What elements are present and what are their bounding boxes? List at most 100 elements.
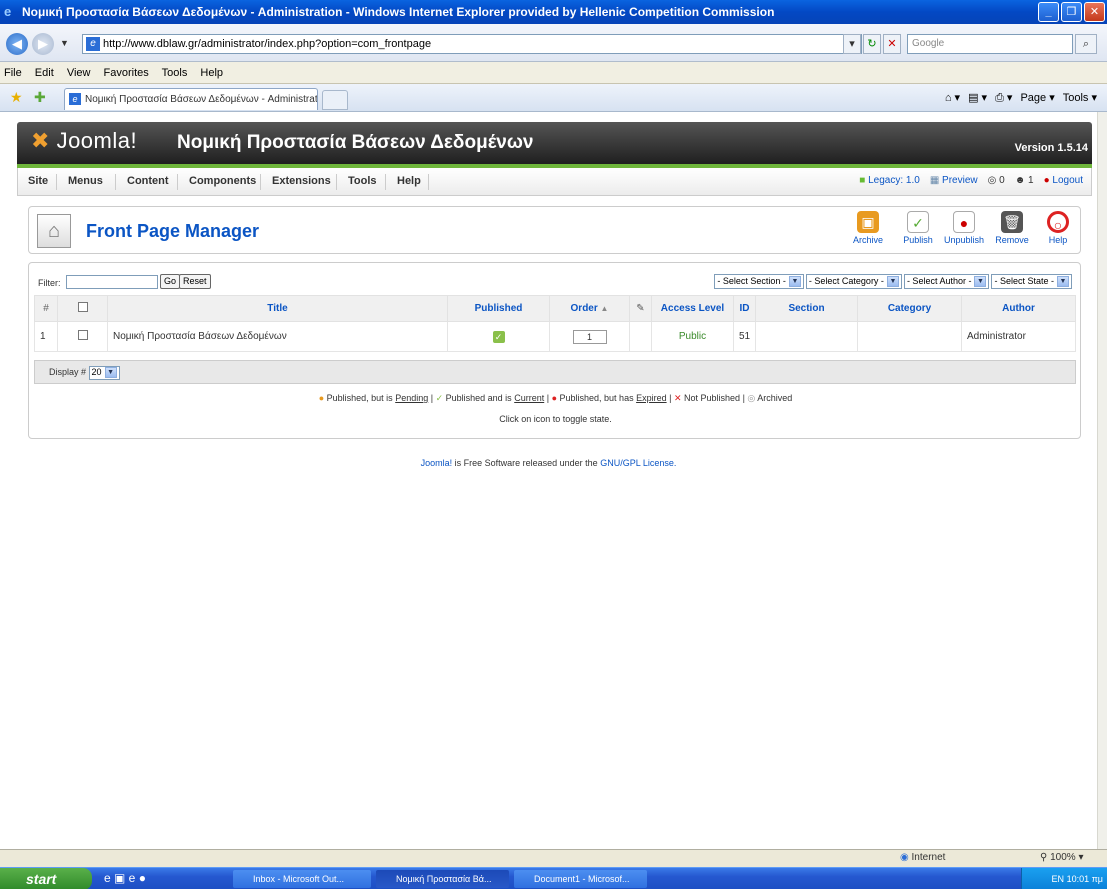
command-bar: ⌂ ▾ ▤ ▾ ⎙ ▾ Page ▾ Tools ▾ [945, 90, 1097, 106]
chevron-down-icon: ▼ [886, 276, 899, 287]
trash-icon: 🗑 [1001, 211, 1023, 233]
menu-tools-joomla[interactable]: Tools [348, 175, 377, 187]
go-button[interactable]: Go [160, 274, 181, 289]
select-state[interactable]: - Select State - ▼ [991, 274, 1072, 289]
favorites-star-icon[interactable]: ★ [10, 89, 23, 106]
menu-site[interactable]: Site [28, 175, 48, 187]
row-author-link[interactable]: Administrator [961, 321, 1076, 352]
forward-button[interactable]: ▶ [32, 33, 54, 55]
logout-link[interactable]: ● Logout [1044, 175, 1083, 186]
gpl-link[interactable]: GNU/GPL License. [600, 458, 676, 468]
task-ie[interactable]: Νομική Προστασία Βά... [376, 870, 509, 888]
close-icon[interactable]: ✕ [1084, 2, 1105, 22]
add-favorites-icon[interactable]: ✚ [34, 89, 46, 106]
tab-bar: ★ ✚ e Νομική Προστασία Βάσεων Δεδομένων … [0, 84, 1107, 112]
state-legend: ● Published, but is Pending | ✓ Publishe… [318, 393, 793, 403]
menu-extensions[interactable]: Extensions [272, 175, 331, 187]
page-toolbar: ⌂ Front Page Manager ▣ Archive ✓ Publish ●… [28, 206, 1081, 254]
menu-content[interactable]: Content [127, 175, 169, 187]
feeds-icon[interactable]: ▤ ▾ [968, 90, 987, 106]
col-section[interactable]: Section [755, 295, 858, 322]
menu-help[interactable]: Help [200, 67, 223, 79]
task-word[interactable]: Document1 - Microsof... [514, 870, 647, 888]
row-title-link[interactable]: Νομική Προστασία Βάσεων Δεδομένων [107, 321, 448, 352]
col-published[interactable]: Published [447, 295, 550, 322]
row-order[interactable]: 1 [549, 321, 630, 352]
col-author[interactable]: Author [961, 295, 1076, 322]
articles-table: # Title Published Order ▲ ✎ Access Level… [34, 295, 1076, 352]
col-category[interactable]: Category [857, 295, 962, 322]
not-published-icon: ✕ [673, 393, 682, 403]
print-icon[interactable]: ⎙ ▾ [995, 90, 1012, 106]
joomla-link[interactable]: Joomla! [421, 458, 453, 468]
zoom-level[interactable]: ⚲ 100% ▾ [1040, 850, 1084, 866]
col-order[interactable]: Order ▲ [549, 295, 630, 322]
url-field[interactable]: e http://www.dblaw.gr/administrator/inde… [82, 34, 862, 54]
menu-tools[interactable]: Tools [162, 67, 188, 79]
address-dropdown-icon[interactable]: ▾ [843, 34, 861, 54]
messages-count[interactable]: ◎ 0 [988, 175, 1005, 186]
publish-button[interactable]: ✓ Publish [895, 211, 941, 245]
page-icon: e [86, 37, 100, 51]
select-all-checkbox [77, 302, 88, 312]
new-tab-button[interactable] [322, 90, 348, 110]
sort-asc-icon: ▲ [600, 304, 609, 313]
menu-favorites[interactable]: Favorites [104, 67, 149, 79]
row-published-toggle[interactable]: ✓ [447, 321, 550, 352]
start-button[interactable]: start [0, 868, 92, 889]
page-viewport: ✖ Joomla! Νομική Προστασία Βάσεων Δεδομέ… [0, 112, 1097, 849]
display-count-select[interactable]: 20 ▼ [88, 365, 120, 380]
col-checkbox[interactable] [57, 295, 108, 322]
filter-selects: - Select Section - ▼ - Select Category - ▼… [714, 274, 1072, 289]
filter-label: Filter: [38, 278, 61, 288]
col-id[interactable]: ID [733, 295, 756, 322]
chevron-down-icon: ▼ [974, 276, 987, 287]
vertical-scrollbar[interactable] [1097, 112, 1107, 849]
menu-file[interactable]: File [4, 67, 22, 79]
stop-icon[interactable]: ✕ [883, 34, 901, 54]
history-dropdown-icon[interactable]: ▼ [60, 38, 69, 48]
col-access[interactable]: Access Level [651, 295, 734, 322]
remove-button[interactable]: 🗑 Remove [989, 211, 1035, 245]
menu-edit[interactable]: Edit [35, 67, 54, 79]
users-count: ☻ 1 [1014, 175, 1034, 186]
home-icon[interactable]: ⌂ ▾ [945, 90, 960, 106]
language-indicator[interactable]: EN [1052, 874, 1065, 884]
page-menu-button[interactable]: Page ▾ [1020, 90, 1054, 106]
back-button[interactable]: ◀ [6, 33, 28, 55]
toggle-hint: Click on icon to toggle state. [499, 414, 612, 424]
maximize-icon[interactable]: ❐ [1061, 2, 1082, 22]
row-id: 51 [733, 321, 756, 352]
select-author[interactable]: - Select Author - ▼ [903, 274, 990, 289]
row-access[interactable]: Public [651, 321, 734, 352]
help-button[interactable]: ○ Help [1035, 211, 1081, 245]
version-label: Version 1.5.14 [1014, 142, 1088, 154]
menu-menus[interactable]: Menus [68, 175, 103, 187]
page-title: Front Page Manager [86, 221, 260, 241]
refresh-icon[interactable]: ↻ [863, 34, 881, 54]
search-input[interactable]: Google [907, 34, 1073, 54]
tools-menu-button[interactable]: Tools ▾ [1063, 90, 1097, 106]
select-category[interactable]: - Select Category - ▼ [805, 274, 902, 289]
select-section[interactable]: - Select Section - ▼ [714, 274, 804, 289]
unpublish-button[interactable]: ● Unpublish [941, 211, 987, 245]
col-save-order[interactable]: ✎ [629, 295, 652, 322]
filter-input[interactable] [66, 275, 158, 289]
menu-help-joomla[interactable]: Help [397, 175, 421, 187]
archive-button[interactable]: ▣ Archive [845, 211, 891, 245]
admin-menu: Site Menus Content Components Extensions… [17, 168, 1092, 196]
row-checkbox[interactable] [57, 321, 108, 352]
menu-components[interactable]: Components [189, 175, 256, 187]
search-icon[interactable]: ⌕ [1075, 34, 1097, 54]
browser-tab[interactable]: e Νομική Προστασία Βάσεων Δεδομένων - Ad… [64, 88, 318, 110]
col-title[interactable]: Title [107, 295, 448, 322]
preview-link[interactable]: ▦ Preview [930, 175, 978, 186]
task-outlook[interactable]: Inbox - Microsoft Out... [233, 870, 371, 888]
reset-button[interactable]: Reset [179, 274, 211, 289]
frontpage-home-icon: ⌂ [37, 214, 71, 248]
col-number: # [34, 295, 58, 322]
minimize-icon[interactable]: _ [1038, 2, 1059, 22]
menu-view[interactable]: View [67, 67, 91, 79]
chevron-down-icon: ▼ [788, 276, 801, 287]
quick-launch-icons[interactable]: e ▣ e ● [104, 871, 146, 885]
